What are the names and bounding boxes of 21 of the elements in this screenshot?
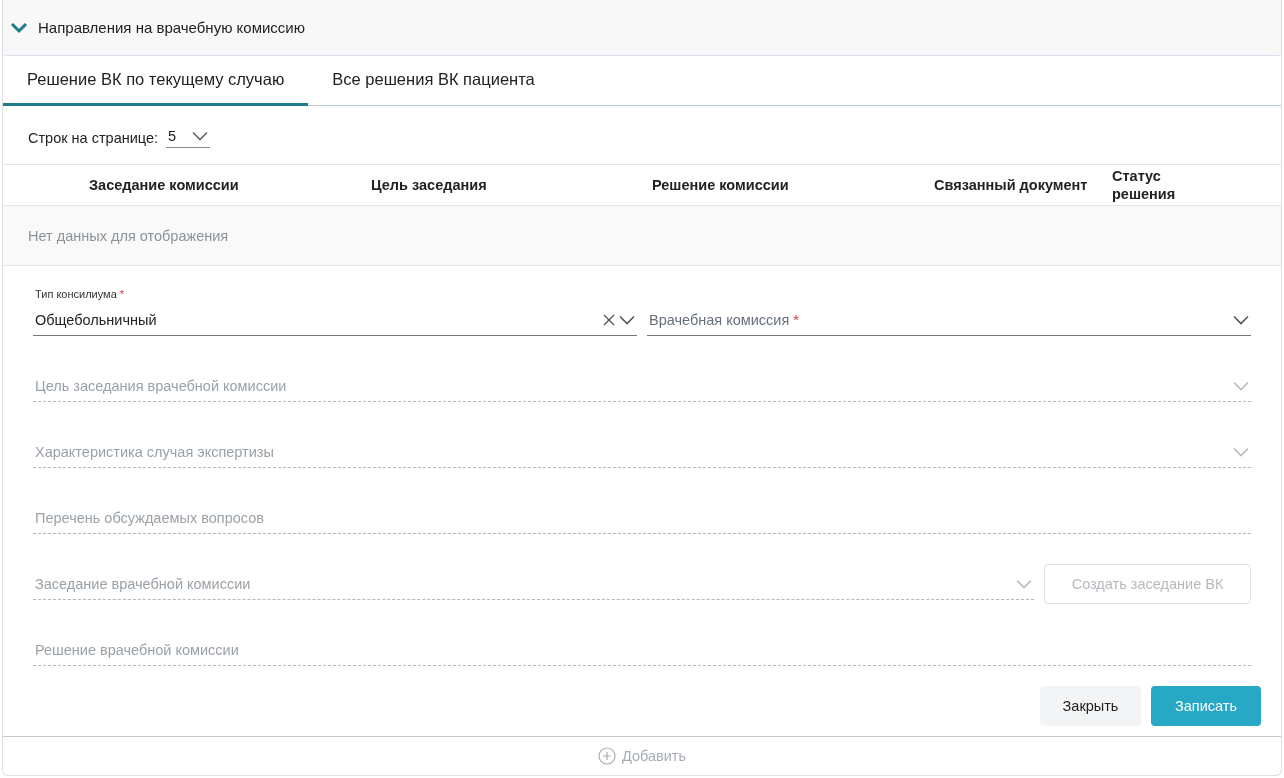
tab[interactable]: Все решения ВК пациента <box>308 56 559 106</box>
close-icon[interactable] <box>603 314 615 326</box>
empty-message: Нет данных для отображения <box>28 227 229 244</box>
column-header[interactable]: Решение комиссии <box>638 177 920 193</box>
column-header[interactable]: Статус решения <box>1112 167 1192 203</box>
plus-circle-icon <box>597 747 616 765</box>
select-field[interactable]: Врачебная комиссия * <box>647 305 1251 336</box>
chevron-down-icon[interactable] <box>1233 315 1249 325</box>
chevron-down-icon[interactable] <box>619 315 635 325</box>
column-header[interactable]: Заседание комиссии <box>75 177 357 193</box>
section-title: Направления на врачебную комиссию <box>38 19 305 36</box>
chevron-down-icon[interactable] <box>192 131 209 141</box>
column-header[interactable]: Цель заседания <box>357 177 638 193</box>
rows-per-page-label: Строк на странице: <box>28 130 159 146</box>
chevron-down-icon[interactable] <box>10 21 28 34</box>
select-field[interactable]: Тип консилиума * Общебольничный <box>33 286 637 336</box>
section-header[interactable]: Направления на врачебную комиссию <box>3 0 1281 56</box>
column-header[interactable]: Связанный документ <box>920 177 1112 193</box>
rows-per-page-select[interactable]: 5 <box>166 128 211 148</box>
tab[interactable]: Решение ВК по текущему случаю <box>3 56 309 106</box>
close-button[interactable]: Закрыть <box>1040 686 1141 726</box>
